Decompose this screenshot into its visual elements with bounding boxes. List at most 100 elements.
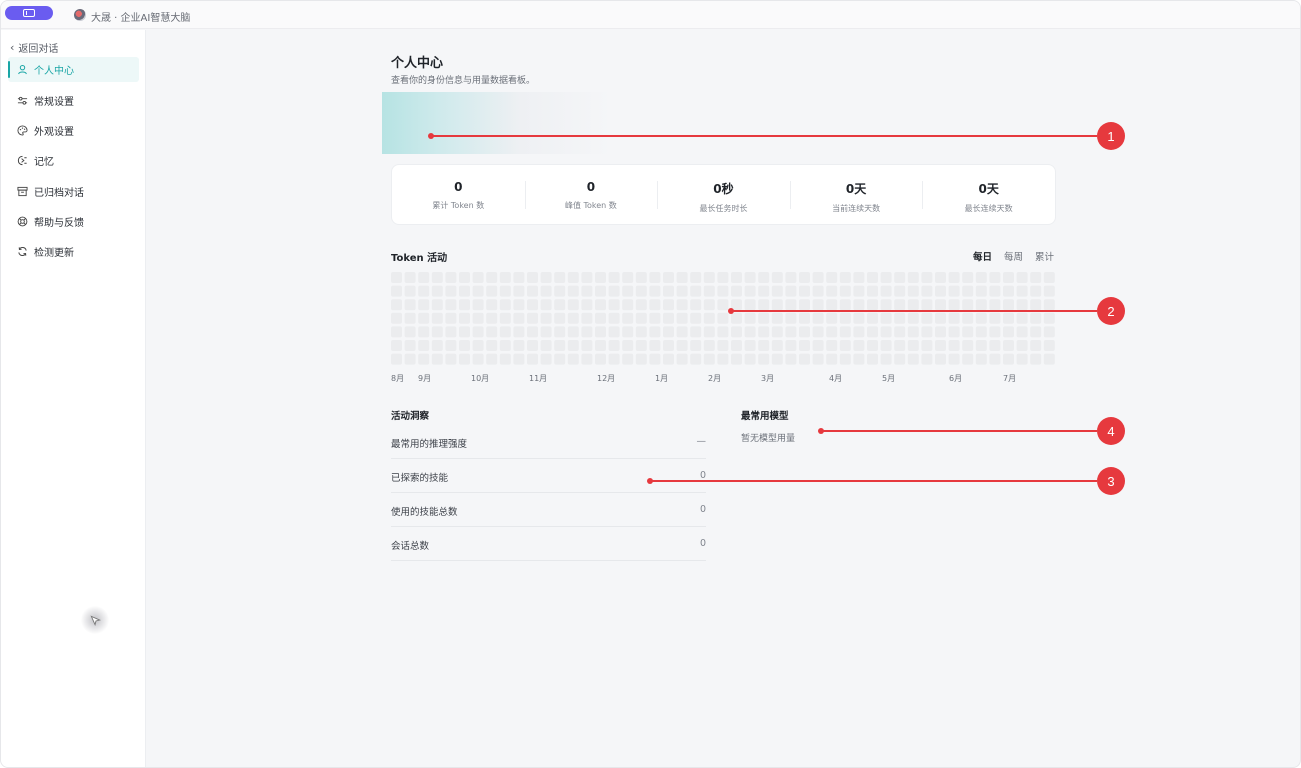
heatmap-cell: [907, 326, 919, 338]
heatmap-cell: [554, 272, 566, 283]
heatmap-cell: [744, 272, 756, 283]
heatmap-cell: [744, 340, 756, 351]
heatmap-cell: [703, 272, 715, 283]
heatmap-cell: [690, 299, 702, 311]
sidebar-item-general[interactable]: 常规设置: [8, 88, 139, 113]
heatmap-cell: [1016, 340, 1028, 351]
heatmap-cell: [663, 272, 674, 283]
token-activity-title: Token 活动: [391, 253, 448, 264]
heatmap-cell: [935, 312, 946, 324]
heatmap-cell: [540, 353, 552, 365]
heatmap-cell: [540, 272, 552, 283]
tab-daily[interactable]: 每日: [973, 249, 992, 263]
activity-range-tabs: 每日 每周 累计: [973, 249, 1054, 263]
heatmap-cell: [826, 299, 838, 311]
heatmap-cell: [581, 299, 593, 311]
heatmap-cell: [676, 312, 688, 324]
heatmap-cell: [758, 312, 770, 324]
heatmap-cell: [839, 312, 851, 324]
stat-label: 当前连续天数: [832, 204, 881, 213]
sidebar-item-archived[interactable]: 已归档对话: [8, 179, 139, 204]
heatmap-cell: [948, 299, 960, 311]
app-logo-icon: [74, 9, 86, 21]
heatmap-cell: [472, 312, 484, 324]
back-to-chat-link[interactable]: ‹ 返回对话: [10, 40, 58, 55]
heatmap-cell: [744, 326, 756, 338]
heatmap-cell: [663, 285, 674, 297]
heatmap-cell: [649, 285, 661, 297]
heatmap-cell: [921, 340, 933, 351]
heatmap-cell: [1003, 285, 1014, 297]
heatmap-cell: [812, 312, 824, 324]
heatmap-cell: [717, 312, 729, 324]
heatmap-cell: [567, 272, 579, 283]
heatmap-cell: [676, 340, 688, 351]
heatmap-cell: [581, 285, 593, 297]
heatmap-cell: [935, 272, 946, 283]
heatmap-cell: [676, 326, 688, 338]
main-content: 个人中心 查看你的身份信息与用量数据看板。 0 累计 Token 数 0 峰值 …: [147, 30, 1300, 767]
heatmap-cell: [771, 299, 783, 311]
heatmap-cell: [690, 312, 702, 324]
heatmap-cell: [731, 285, 742, 297]
heatmap-cell: [622, 326, 634, 338]
heatmap-cell: [581, 353, 593, 365]
heatmap-cell: [867, 353, 878, 365]
sidebar-item-appearance[interactable]: 外观设置: [8, 118, 139, 143]
heatmap-cell: [812, 353, 824, 365]
heatmap-cell: [1003, 353, 1014, 365]
heatmap-cell: [499, 272, 511, 283]
heatmap-cell: [404, 299, 416, 311]
heatmap-cell: [853, 326, 865, 338]
sidebar-item-memory[interactable]: 记忆: [8, 148, 139, 173]
heatmap-cell: [962, 299, 974, 311]
insight-value: —: [696, 436, 707, 447]
sidebar-item-help[interactable]: 帮助与反馈: [8, 209, 139, 234]
heatmap-cell: [921, 312, 933, 324]
heatmap-cell: [867, 272, 878, 283]
heatmap-cell: [431, 285, 443, 297]
heatmap-cell: [486, 299, 498, 311]
heatmap-cell: [785, 340, 797, 351]
heatmap-cell: [1016, 312, 1028, 324]
heatmap-cell: [513, 285, 525, 297]
heatmap-cell: [880, 272, 892, 283]
sidebar-item-check-update[interactable]: 检测更新: [8, 239, 139, 264]
callout-badge: 3: [1097, 467, 1125, 495]
heatmap-cell: [527, 272, 538, 283]
sidebar-item-label: 已归档对话: [34, 188, 84, 199]
heatmap-cell: [962, 285, 974, 297]
heatmap-cell: [391, 272, 402, 283]
cursor-icon: [90, 615, 101, 626]
archive-icon: [16, 186, 28, 198]
heatmap-cell: [1030, 326, 1042, 338]
callout-badge: 4: [1097, 417, 1125, 445]
memory-icon: [16, 155, 28, 167]
month-label: 8月: [391, 374, 405, 383]
sidebar-toggle-button[interactable]: [5, 6, 53, 20]
month-label: 10月: [471, 374, 490, 383]
settings-sidebar: ‹ 返回对话 个人中心 常规设置 外观设置 记忆 已归档对话 帮助与反馈 检测更…: [1, 30, 146, 767]
heatmap-cell: [404, 340, 416, 351]
heatmap-cell: [608, 299, 620, 311]
heatmap-cell: [731, 340, 742, 351]
heatmap-cell: [445, 340, 457, 351]
sidebar-item-profile[interactable]: 个人中心: [8, 57, 139, 82]
tab-cumulative[interactable]: 累计: [1035, 249, 1054, 263]
heatmap-cell: [540, 326, 552, 338]
insight-label: 最常用的推理强度: [391, 439, 468, 450]
callout-badge: 1: [1097, 122, 1125, 150]
heatmap-cell: [962, 353, 974, 365]
top-models-title: 最常用模型: [741, 411, 789, 422]
heatmap-cell: [431, 340, 443, 351]
heatmap-cell: [418, 285, 430, 297]
heatmap-cell: [622, 272, 634, 283]
heatmap-cell: [758, 299, 770, 311]
stat-peak-tokens: 0 峰值 Token 数: [524, 165, 658, 224]
heatmap-cell: [1003, 340, 1014, 351]
heatmap-cell: [744, 312, 756, 324]
tab-weekly[interactable]: 每周: [1004, 249, 1023, 263]
heatmap-cell: [703, 299, 715, 311]
heatmap-cell: [853, 312, 865, 324]
heatmap-cell: [649, 340, 661, 351]
